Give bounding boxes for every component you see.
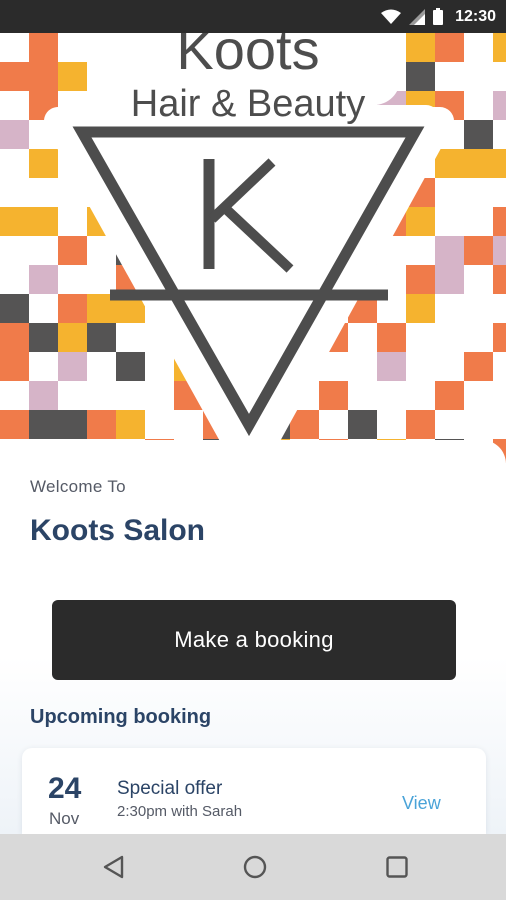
hero-pattern: Koots Hair & Beauty: [0, 33, 506, 463]
make-booking-button[interactable]: Make a booking: [52, 600, 456, 680]
navigation-bar: [0, 834, 506, 900]
booking-month: Nov: [49, 809, 80, 828]
booking-title: Special offer: [117, 778, 223, 799]
recents-icon[interactable]: [380, 850, 414, 884]
logo-brand-text: Koots: [176, 33, 319, 81]
upcoming-booking-heading: Upcoming booking: [30, 706, 212, 728]
logo-tagline-text: Hair & Beauty: [131, 83, 365, 125]
status-time: 12:30: [455, 7, 496, 25]
booking-detail: 2:30pm with Sarah: [117, 803, 243, 820]
view-booking-link[interactable]: View: [402, 793, 441, 814]
status-bar: 12:30: [0, 0, 506, 33]
booking-day: 24: [48, 772, 82, 805]
home-icon[interactable]: [238, 850, 272, 884]
battery-icon: [433, 8, 444, 25]
salon-name-title: Koots Salon: [30, 514, 206, 547]
upcoming-booking-card[interactable]: [22, 748, 486, 834]
signal-icon: [409, 8, 426, 25]
wifi-icon: [381, 9, 402, 25]
welcome-subtitle: Welcome To: [30, 477, 126, 496]
back-icon[interactable]: [96, 850, 130, 884]
hero-banner: Koots Hair & Beauty: [0, 33, 506, 463]
